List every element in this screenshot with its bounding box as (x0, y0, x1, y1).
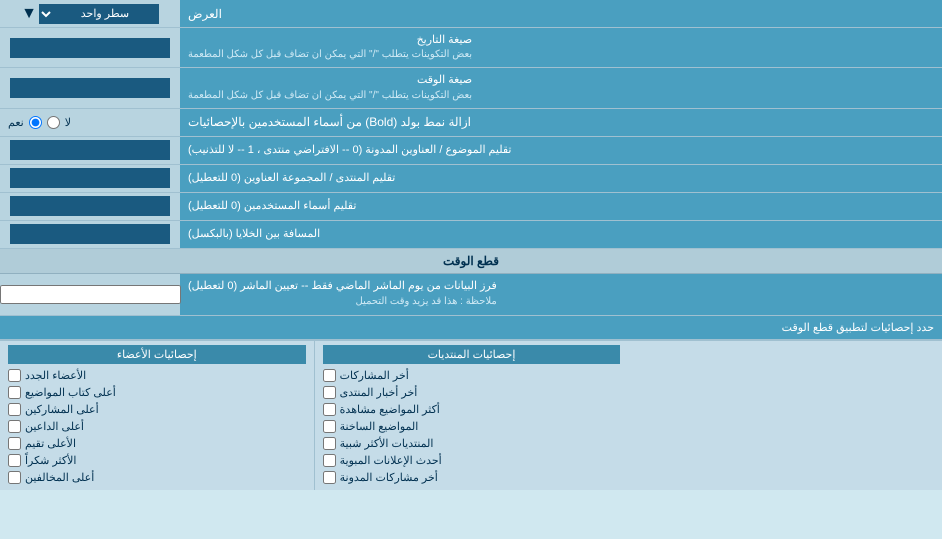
checkboxes-grid: إحصائيات المنتديات أخر المشاركات أخر أخب… (0, 340, 942, 490)
list-item: أعلى كتاب المواضيع (8, 384, 306, 401)
time-cut-label: فرز البيانات من يوم الماشر الماضي فقط --… (180, 274, 942, 315)
col1: إحصائيات المنتديات أخر المشاركات أخر أخب… (314, 341, 629, 490)
col2-item-3-checkbox[interactable] (8, 403, 21, 416)
list-item: الأكثر شكراً (8, 452, 306, 469)
bold-no-label: لا (65, 116, 71, 129)
settings-container: العرض سطر واحدسطرينثلاثة أسطر ▼ صيغة الت… (0, 0, 942, 490)
col2-item-3-label: أعلى المشاركين (25, 403, 99, 416)
list-item: المواضيع الساخنة (323, 418, 621, 435)
forum-input-cell: 33 (0, 165, 180, 192)
time-cut-section-header: قطع الوقت (0, 249, 942, 274)
topics-label: تقليم الموضوع / العناوين المدونة (0 -- ا… (180, 137, 942, 164)
list-item: أخر أخبار المنتدى (323, 384, 621, 401)
spacing-row: المسافة بين الخلايا (بالبكسل) 2 (0, 221, 942, 249)
col2-item-1-checkbox[interactable] (8, 369, 21, 382)
users-row: تقليم أسماء المستخدمين (0 للتعطيل) 0 (0, 193, 942, 221)
col2-item-6-label: الأكثر شكراً (25, 454, 76, 467)
date-format-row: صيغة التاريخ بعض التكوينات يتطلب "/" الت… (0, 28, 942, 68)
col1-item-5-label: المنتديات الأكثر شبية (340, 437, 434, 450)
col1-item-2-checkbox[interactable] (323, 386, 336, 399)
bold-input-cell: لا نعم (0, 109, 180, 136)
col2: إحصائيات الأعضاء الأعضاء الجدد أعلى كتاب… (0, 341, 314, 490)
col1-item-6-label: أحدث الإعلانات المبوية (340, 454, 442, 467)
col2-item-4-checkbox[interactable] (8, 420, 21, 433)
col2-item-4-label: أعلى الداعين (25, 420, 84, 433)
list-item: أعلى الداعين (8, 418, 306, 435)
col1-item-7-label: أخر مشاركات المدونة (340, 471, 438, 484)
col1-item-4-checkbox[interactable] (323, 420, 336, 433)
col2-item-7-checkbox[interactable] (8, 471, 21, 484)
list-item: أعلى المخالفين (8, 469, 306, 486)
time-cut-input-cell: 0 (0, 274, 180, 315)
bold-row: ازالة نمط بولد (Bold) من أسماء المستخدمي… (0, 109, 942, 137)
time-format-input[interactable]: H:i (10, 78, 170, 98)
display-input-cell: سطر واحدسطرينثلاثة أسطر ▼ (0, 0, 180, 27)
col1-item-6-checkbox[interactable] (323, 454, 336, 467)
users-input[interactable]: 0 (10, 196, 170, 216)
dropdown-icon: ▼ (21, 5, 37, 23)
col2-item-1-label: الأعضاء الجدد (25, 369, 86, 382)
users-input-cell: 0 (0, 193, 180, 220)
list-item: أحدث الإعلانات المبوية (323, 452, 621, 469)
col1-item-1-label: أخر المشاركات (340, 369, 409, 382)
forum-input[interactable]: 33 (10, 168, 170, 188)
list-item: المنتديات الأكثر شبية (323, 435, 621, 452)
col1-item-7-checkbox[interactable] (323, 471, 336, 484)
col1-item-2-label: أخر أخبار المنتدى (340, 386, 418, 399)
time-format-label: صيغة الوقت بعض التكوينات يتطلب "/" التي … (180, 68, 942, 107)
col1-item-4-label: المواضيع الساخنة (340, 420, 419, 433)
list-item: أخر مشاركات المدونة (323, 469, 621, 486)
list-item: الأعلى تقيم (8, 435, 306, 452)
bold-label: ازالة نمط بولد (Bold) من أسماء المستخدمي… (180, 109, 942, 136)
topics-input[interactable]: 33 (10, 140, 170, 160)
col2-item-2-label: أعلى كتاب المواضيع (25, 386, 116, 399)
date-format-label: صيغة التاريخ بعض التكوينات يتطلب "/" الت… (180, 28, 942, 67)
time-cut-input[interactable]: 0 (0, 285, 181, 304)
col1-item-1-checkbox[interactable] (323, 369, 336, 382)
topics-row: تقليم الموضوع / العناوين المدونة (0 -- ا… (0, 137, 942, 165)
list-item: أعلى المشاركين (8, 401, 306, 418)
list-item: الأعضاء الجدد (8, 367, 306, 384)
col2-item-2-checkbox[interactable] (8, 386, 21, 399)
col2-item-5-checkbox[interactable] (8, 437, 21, 450)
display-row: العرض سطر واحدسطرينثلاثة أسطر ▼ (0, 0, 942, 28)
spacing-label: المسافة بين الخلايا (بالبكسل) (180, 221, 942, 248)
bold-yes-label: نعم (8, 116, 24, 129)
forum-label: تقليم المنتدى / المجموعة العناوين (0 للت… (180, 165, 942, 192)
bold-yes-radio[interactable] (29, 116, 42, 129)
col1-item-5-checkbox[interactable] (323, 437, 336, 450)
col2-item-5-label: الأعلى تقيم (25, 437, 76, 450)
col1-item-3-label: أكثر المواضيع مشاهدة (340, 403, 440, 416)
time-cut-row: فرز البيانات من يوم الماشر الماضي فقط --… (0, 274, 942, 316)
col1-item-3-checkbox[interactable] (323, 403, 336, 416)
spacing-input[interactable]: 2 (10, 224, 170, 244)
display-label: العرض (180, 0, 942, 27)
display-select[interactable]: سطر واحدسطرينثلاثة أسطر (39, 4, 159, 24)
time-format-input-cell: H:i (0, 68, 180, 107)
col2-item-6-checkbox[interactable] (8, 454, 21, 467)
col1-header: إحصائيات المنتديات (323, 345, 621, 364)
date-format-input-cell: d-m (0, 28, 180, 67)
forum-row: تقليم المنتدى / المجموعة العناوين (0 للت… (0, 165, 942, 193)
col2-item-7-label: أعلى المخالفين (25, 471, 94, 484)
users-label: تقليم أسماء المستخدمين (0 للتعطيل) (180, 193, 942, 220)
date-format-input[interactable]: d-m (10, 38, 170, 58)
col2-header: إحصائيات الأعضاء (8, 345, 306, 364)
time-format-row: صيغة الوقت بعض التكوينات يتطلب "/" التي … (0, 68, 942, 108)
list-item: أكثر المواضيع مشاهدة (323, 401, 621, 418)
checkboxes-header: حدد إحصائيات لتطبيق قطع الوقت (0, 316, 942, 340)
spacing-input-cell: 2 (0, 221, 180, 248)
topics-input-cell: 33 (0, 137, 180, 164)
list-item: أخر المشاركات (323, 367, 621, 384)
empty-spacer (628, 341, 942, 490)
bold-no-radio[interactable] (47, 116, 60, 129)
